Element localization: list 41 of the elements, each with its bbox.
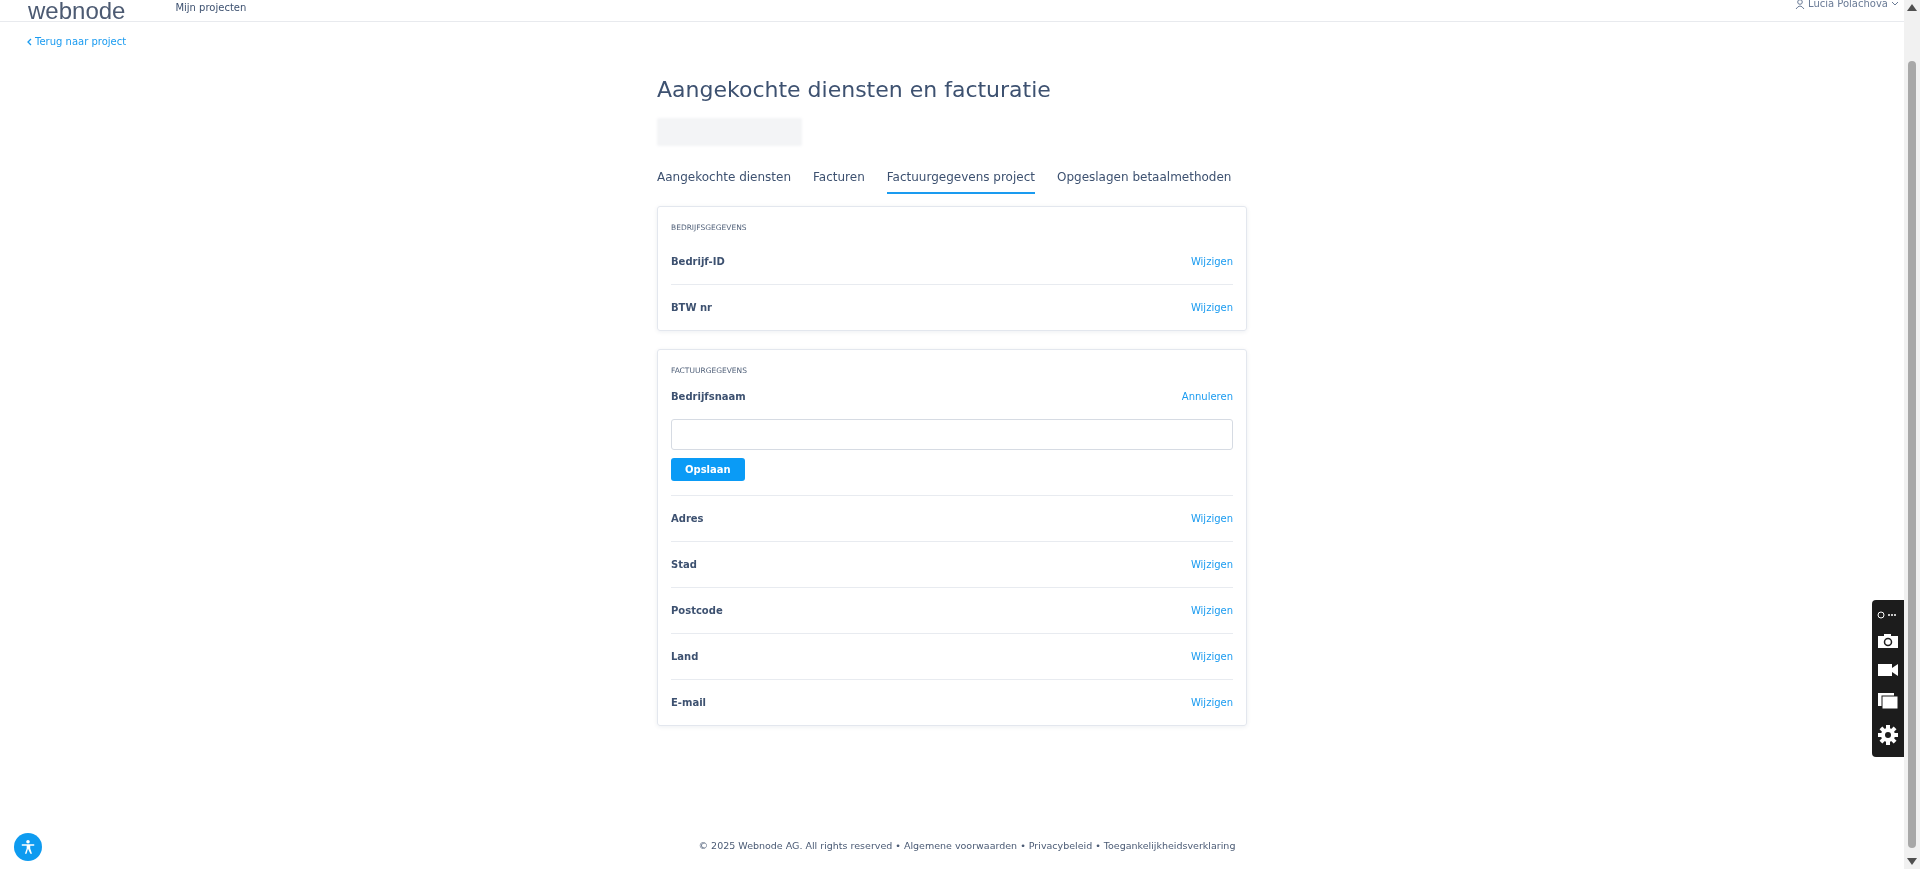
field-label: Stad	[671, 559, 697, 570]
page-title: Aangekochte diensten en facturatie	[657, 77, 1052, 102]
scroll-down-icon[interactable]	[1907, 858, 1917, 865]
tab[interactable]: Opgeslagen betaalmethoden	[1056, 166, 1232, 194]
tab[interactable]: Factuurgegevens project	[886, 166, 1035, 194]
field-label: Land	[671, 651, 699, 662]
scrollbar[interactable]	[1904, 0, 1920, 869]
scroll-up-icon[interactable]	[1907, 4, 1917, 11]
edit-link[interactable]: Wijzigen	[1190, 697, 1233, 708]
edit-link[interactable]: Wijzigen	[1190, 559, 1233, 570]
accessibility-button[interactable]	[14, 833, 42, 861]
chevron-left-icon	[26, 37, 32, 46]
field-label: Bedrijfsnaam	[671, 390, 746, 402]
edit-link[interactable]: Wijzigen	[1190, 513, 1233, 524]
caret-icon	[1891, 0, 1899, 7]
windows-icon[interactable]	[1877, 691, 1899, 710]
nav-link[interactable]: Mijn projecten	[175, 2, 247, 13]
edit-link[interactable]: Wijzigen	[1190, 605, 1233, 616]
field-label: Bedrijf-ID	[671, 255, 725, 267]
accessibility-icon	[20, 838, 36, 856]
field-label: Adres	[671, 513, 704, 524]
edit-link[interactable]: Wijzigen	[1190, 651, 1233, 662]
scroll-thumb[interactable]	[1908, 61, 1916, 848]
input-field[interactable]	[671, 419, 1233, 450]
cancel-link[interactable]: Annuleren	[1181, 390, 1233, 402]
back-link[interactable]: Terug naar project	[26, 36, 127, 47]
camera-icon[interactable]	[1877, 633, 1899, 650]
edit-link[interactable]: Wijzigen	[1190, 255, 1233, 267]
user-menu[interactable]: Lucia Polachova	[1795, 0, 1899, 9]
save-button[interactable]: Opslaan	[671, 458, 745, 481]
field-label: Postcode	[671, 605, 723, 616]
user-icon	[1795, 0, 1805, 9]
tab[interactable]: Aangekochte diensten	[657, 166, 792, 194]
footer-text: © 2025 Webnode AG. All rights reserved • Algemene voorwaarden • Privacybeleid • Toegankelijkheidsverklaring	[698, 840, 1236, 851]
tab[interactable]: Facturen	[813, 166, 865, 194]
logo[interactable]: webnode	[28, 0, 126, 21]
field-label: E-mail	[671, 697, 706, 708]
video-camera-icon[interactable]	[1877, 663, 1899, 678]
settings-icon[interactable]	[1877, 723, 1899, 746]
edit-link[interactable]: Wijzigen	[1190, 302, 1233, 313]
field-label: BTW nr	[671, 302, 712, 313]
